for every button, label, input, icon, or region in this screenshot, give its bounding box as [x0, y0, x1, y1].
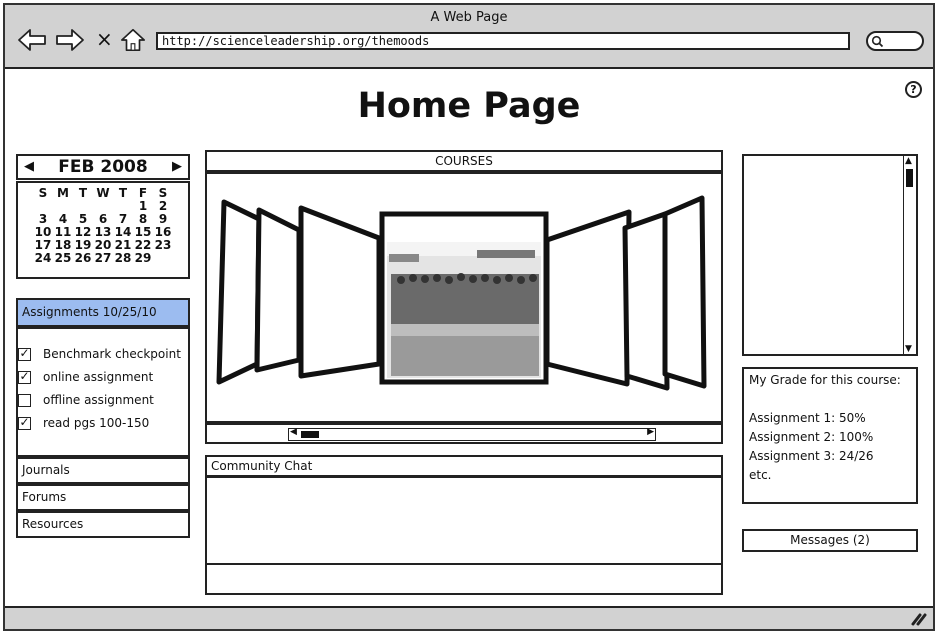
chat-input[interactable]: [205, 563, 723, 595]
calendar-day[interactable]: 26: [73, 252, 93, 265]
calendar-day[interactable]: 29: [133, 252, 153, 265]
carousel-item[interactable]: [622, 211, 670, 391]
check-icon: ✓: [19, 368, 30, 383]
carousel-scrollbar[interactable]: ◀ ▶: [288, 427, 656, 441]
calendar-grid: S M T W T F S 1 2 3 4 5 6 7 8 9 10 11 12 13 14 15 16 17 18 19 20 21…: [16, 181, 190, 279]
vertical-scrollbar[interactable]: ▲ ▼: [903, 156, 916, 354]
forward-arrow-icon[interactable]: [55, 27, 85, 53]
assignment-item[interactable]: offline assignment: [18, 393, 154, 407]
search-icon: [871, 35, 884, 48]
calendar-weekday: T: [118, 186, 128, 200]
assignment-item[interactable]: ✓ online assignment: [18, 370, 153, 384]
courses-header: COURSES: [205, 150, 723, 172]
cover-flow: [216, 195, 707, 391]
page-title: Home Page: [357, 86, 581, 126]
sidebar-link-journals[interactable]: Journals: [16, 457, 190, 484]
calendar-next-button[interactable]: ▶: [172, 156, 182, 178]
scroll-left-arrow[interactable]: ◀: [290, 427, 297, 437]
checkbox[interactable]: ✓: [18, 414, 31, 430]
carousel-item[interactable]: [254, 207, 302, 373]
chat-messages: [205, 476, 723, 565]
help-icon[interactable]: ?: [905, 81, 922, 98]
check-icon: ✓: [19, 345, 30, 360]
assignments-panel: ✓ Benchmark checkpoint ✓ online assignme…: [16, 327, 190, 457]
class-photo: [387, 242, 541, 378]
back-arrow-icon[interactable]: [17, 27, 47, 53]
right-list-panel: [742, 154, 918, 356]
assignment-item[interactable]: ✓ read pgs 100-150: [18, 416, 149, 430]
search-box[interactable]: [866, 31, 924, 51]
grade-line: etc.: [749, 468, 772, 482]
grade-line: Assignment 3: 24/26: [749, 449, 874, 463]
grades-panel: My Grade for this course: Assignment 1: …: [742, 367, 918, 504]
chat-header: Community Chat: [205, 455, 723, 477]
scroll-right-arrow[interactable]: ▶: [647, 427, 654, 437]
calendar-weekday: T: [78, 186, 88, 200]
calendar-header: ◀ FEB 2008 ▶: [16, 154, 190, 180]
calendar-day[interactable]: 25: [53, 252, 73, 265]
grades-title: My Grade for this course:: [749, 373, 901, 387]
grade-line: Assignment 2: 100%: [749, 430, 874, 444]
grade-line: Assignment 1: 50%: [749, 411, 866, 425]
carousel-item[interactable]: [662, 195, 707, 389]
scroll-up-arrow[interactable]: ▲: [905, 156, 912, 166]
calendar-prev-button[interactable]: ◀: [24, 156, 34, 178]
scrollbar-thumb[interactable]: [301, 431, 319, 438]
checkbox[interactable]: ✓: [18, 368, 31, 384]
carousel-item[interactable]: [298, 205, 382, 379]
calendar-weekday: M: [57, 186, 69, 200]
calendar-empty: [153, 252, 173, 265]
calendar-day[interactable]: 23: [153, 239, 173, 252]
assignments-header[interactable]: Assignments 10/25/10: [16, 298, 190, 327]
assignment-label: read pgs 100-150: [43, 416, 150, 430]
checkbox[interactable]: ✓: [18, 345, 31, 361]
assignment-label: online assignment: [43, 370, 154, 384]
browser-toolbar: A Web Page × http://scienceleadership.or…: [5, 5, 933, 69]
calendar-day[interactable]: 27: [93, 252, 113, 265]
status-bar: [5, 606, 933, 629]
url-input[interactable]: http://scienceleadership.org/themoods: [156, 32, 850, 50]
calendar-day[interactable]: 24: [33, 252, 53, 265]
home-icon[interactable]: [119, 27, 147, 53]
assignment-item[interactable]: ✓ Benchmark checkpoint: [18, 347, 181, 361]
calendar-weekday: W: [96, 186, 110, 200]
resize-grip-icon[interactable]: [911, 612, 927, 626]
sidebar-link-resources[interactable]: Resources: [16, 511, 190, 538]
carousel-item[interactable]: [544, 209, 632, 387]
check-icon: ✓: [19, 414, 30, 429]
calendar-month-label: FEB 2008: [58, 157, 148, 177]
window-title: A Web Page: [430, 10, 508, 25]
sidebar-link-forums[interactable]: Forums: [16, 484, 190, 511]
scroll-down-arrow[interactable]: ▼: [905, 344, 912, 354]
calendar-weekday: S: [38, 186, 48, 200]
assignment-label: offline assignment: [43, 393, 154, 407]
scrollbar-thumb[interactable]: [906, 169, 913, 187]
carousel-item[interactable]: [216, 199, 262, 385]
stop-icon[interactable]: ×: [96, 27, 113, 51]
messages-button[interactable]: Messages (2): [742, 529, 918, 552]
checkbox[interactable]: [18, 393, 31, 407]
courses-carousel: [205, 172, 723, 423]
assignment-label: Benchmark checkpoint: [43, 347, 181, 361]
calendar-day[interactable]: 28: [113, 252, 133, 265]
